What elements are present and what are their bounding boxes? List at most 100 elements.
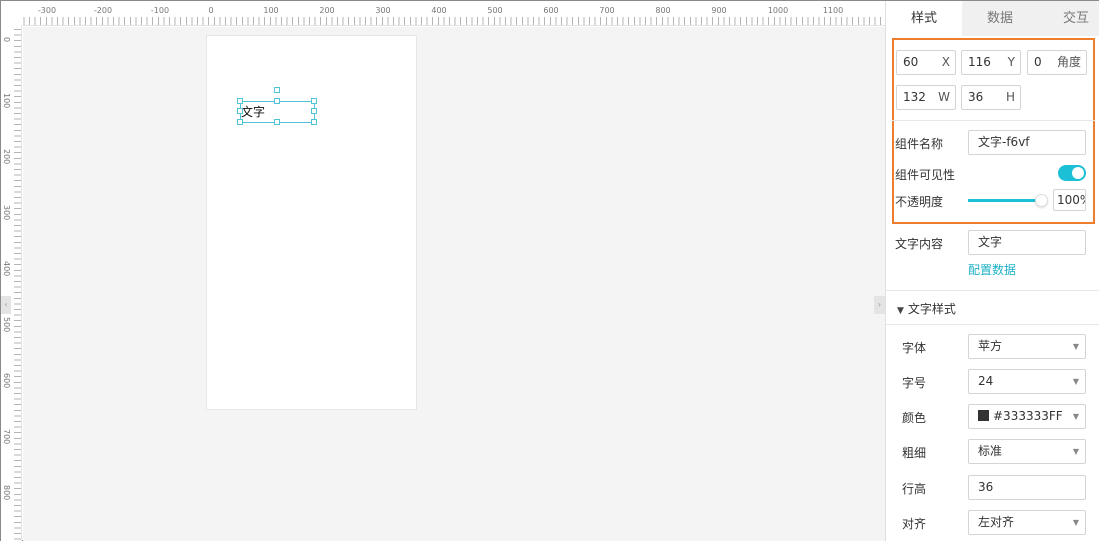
y-field[interactable]: 116 Y [961, 50, 1021, 75]
line-height-label: 行高 [902, 482, 927, 496]
color-swatch [978, 410, 989, 421]
y-unit: Y [1007, 55, 1015, 69]
text-style-title: 文字样式 [907, 302, 956, 316]
opacity-slider[interactable] [968, 193, 1048, 207]
ruler-y-label: 500 [2, 317, 11, 333]
tab-style[interactable]: 样式 [886, 1, 962, 36]
resize-handle-right[interactable] [311, 108, 317, 114]
resize-handle-top-right[interactable] [311, 98, 317, 104]
font-label: 字体 [902, 341, 927, 355]
font-size-select[interactable]: 24 ▼ [968, 369, 1086, 394]
ruler-y-label: 700 [2, 429, 11, 445]
vertical-ruler: 0 100 200 300 400 500 600 700 800 [1, 1, 22, 541]
ruler-y-label: 800 [2, 485, 11, 501]
caret-down-icon: ▼ [897, 306, 904, 316]
ruler-x-label: 0 [208, 6, 214, 15]
font-weight-select-value: 标准 [978, 444, 1003, 458]
font-size-label: 字号 [902, 376, 927, 390]
font-select-value: 苹方 [978, 339, 1003, 353]
text-content-label: 文字内容 [895, 237, 944, 251]
text-style-section-header[interactable]: ▼ 文字样式 [897, 300, 956, 317]
component-name-label: 组件名称 [895, 137, 944, 151]
width-field[interactable]: 132 W [896, 85, 956, 110]
chevron-down-icon: ▼ [1072, 412, 1079, 421]
angle-field[interactable]: 0 角度 [1027, 50, 1087, 75]
ruler-y-label: 100 [2, 93, 11, 109]
config-data-link[interactable]: 配置数据 [968, 261, 1016, 278]
horizontal-ruler: -300 -200 -100 0 100 200 300 400 500 600… [1, 1, 885, 26]
toggle-knob [1072, 167, 1084, 179]
color-select-value: #333333FF [993, 409, 1063, 423]
ruler-x-label: 900 [711, 6, 727, 15]
property-panel: 样式 数据 交互 60 X 116 Y 0 角度 132 W 36 H 组件名称… [885, 1, 1099, 541]
text-content-input[interactable]: 文字 [968, 230, 1086, 255]
divider [892, 120, 1095, 121]
ruler-ticks-x [1, 17, 885, 25]
chevron-down-icon: ▼ [1072, 518, 1079, 527]
ruler-x-label: 200 [319, 6, 335, 15]
tab-data[interactable]: 数据 [962, 1, 1038, 36]
ruler-x-label: -300 [37, 6, 57, 15]
resize-handle-left[interactable] [237, 108, 243, 114]
ruler-corner [1, 1, 22, 26]
ruler-y-label: 300 [2, 205, 11, 221]
height-unit: H [1005, 90, 1015, 104]
collapse-left-panel-toggle[interactable]: ‹ [1, 296, 11, 314]
opacity-slider-thumb[interactable] [1035, 194, 1048, 207]
align-select[interactable]: 左对齐 ▼ [968, 510, 1086, 535]
width-unit: W [938, 90, 950, 104]
angle-unit: 角度 [1056, 55, 1081, 69]
color-label: 颜色 [902, 411, 927, 425]
x-field[interactable]: 60 X [896, 50, 956, 75]
opacity-slider-track [968, 199, 1040, 202]
ruler-x-label: 100 [263, 6, 279, 15]
y-value: 116 [968, 55, 991, 69]
resize-handle-top-left[interactable] [237, 98, 243, 104]
font-select[interactable]: 苹方 ▼ [968, 334, 1086, 359]
visibility-label: 组件可见性 [895, 168, 956, 182]
component-name-input[interactable]: 文字-f6vf [968, 130, 1086, 155]
ruler-x-label: -100 [150, 6, 170, 15]
rotate-handle[interactable] [274, 87, 280, 93]
opacity-input[interactable]: 100% [1053, 189, 1086, 211]
visibility-toggle[interactable] [1058, 165, 1086, 181]
ruler-x-label: 400 [431, 6, 447, 15]
angle-value: 0 [1034, 55, 1042, 69]
resize-handle-bottom-right[interactable] [311, 119, 317, 125]
ruler-x-label: 800 [655, 6, 671, 15]
ruler-y-label: 200 [2, 149, 11, 165]
artboard[interactable]: 文字 [206, 35, 417, 410]
text-component-label: 文字 [241, 105, 266, 119]
ruler-x-label: 700 [599, 6, 615, 15]
line-height-input[interactable]: 36 [968, 475, 1086, 500]
ruler-ticks-y [14, 1, 21, 541]
x-value: 60 [903, 55, 919, 69]
opacity-label: 不透明度 [895, 195, 944, 209]
chevron-down-icon: ▼ [1072, 342, 1079, 351]
ruler-x-label: 1100 [822, 6, 844, 15]
ruler-x-label: 600 [543, 6, 559, 15]
font-weight-select[interactable]: 标准 ▼ [968, 439, 1086, 464]
ruler-x-label: 300 [375, 6, 391, 15]
ruler-y-label: 600 [2, 373, 11, 389]
ruler-y-label: 400 [2, 261, 11, 277]
resize-handle-bottom[interactable] [274, 119, 280, 125]
editor-window: 文字 -300 -200 -100 0 100 200 300 400 500 … [0, 0, 1099, 541]
resize-handle-top[interactable] [274, 98, 280, 104]
design-canvas[interactable]: 文字 [23, 27, 885, 541]
divider [886, 324, 1099, 325]
divider [886, 290, 1099, 291]
height-value: 36 [968, 90, 984, 104]
x-unit: X [941, 55, 950, 69]
color-select[interactable]: #333333FF ▼ [968, 404, 1086, 429]
font-size-select-value: 24 [978, 374, 994, 388]
width-value: 132 [903, 90, 926, 104]
collapse-right-panel-toggle[interactable]: › [874, 296, 885, 314]
chevron-down-icon: ▼ [1072, 447, 1079, 456]
ruler-x-label: -200 [93, 6, 113, 15]
height-field[interactable]: 36 H [961, 85, 1021, 110]
align-select-value: 左对齐 [978, 515, 1015, 529]
tab-interaction[interactable]: 交互 [1038, 1, 1099, 36]
ruler-y-label: 0 [2, 37, 11, 43]
resize-handle-bottom-left[interactable] [237, 119, 243, 125]
